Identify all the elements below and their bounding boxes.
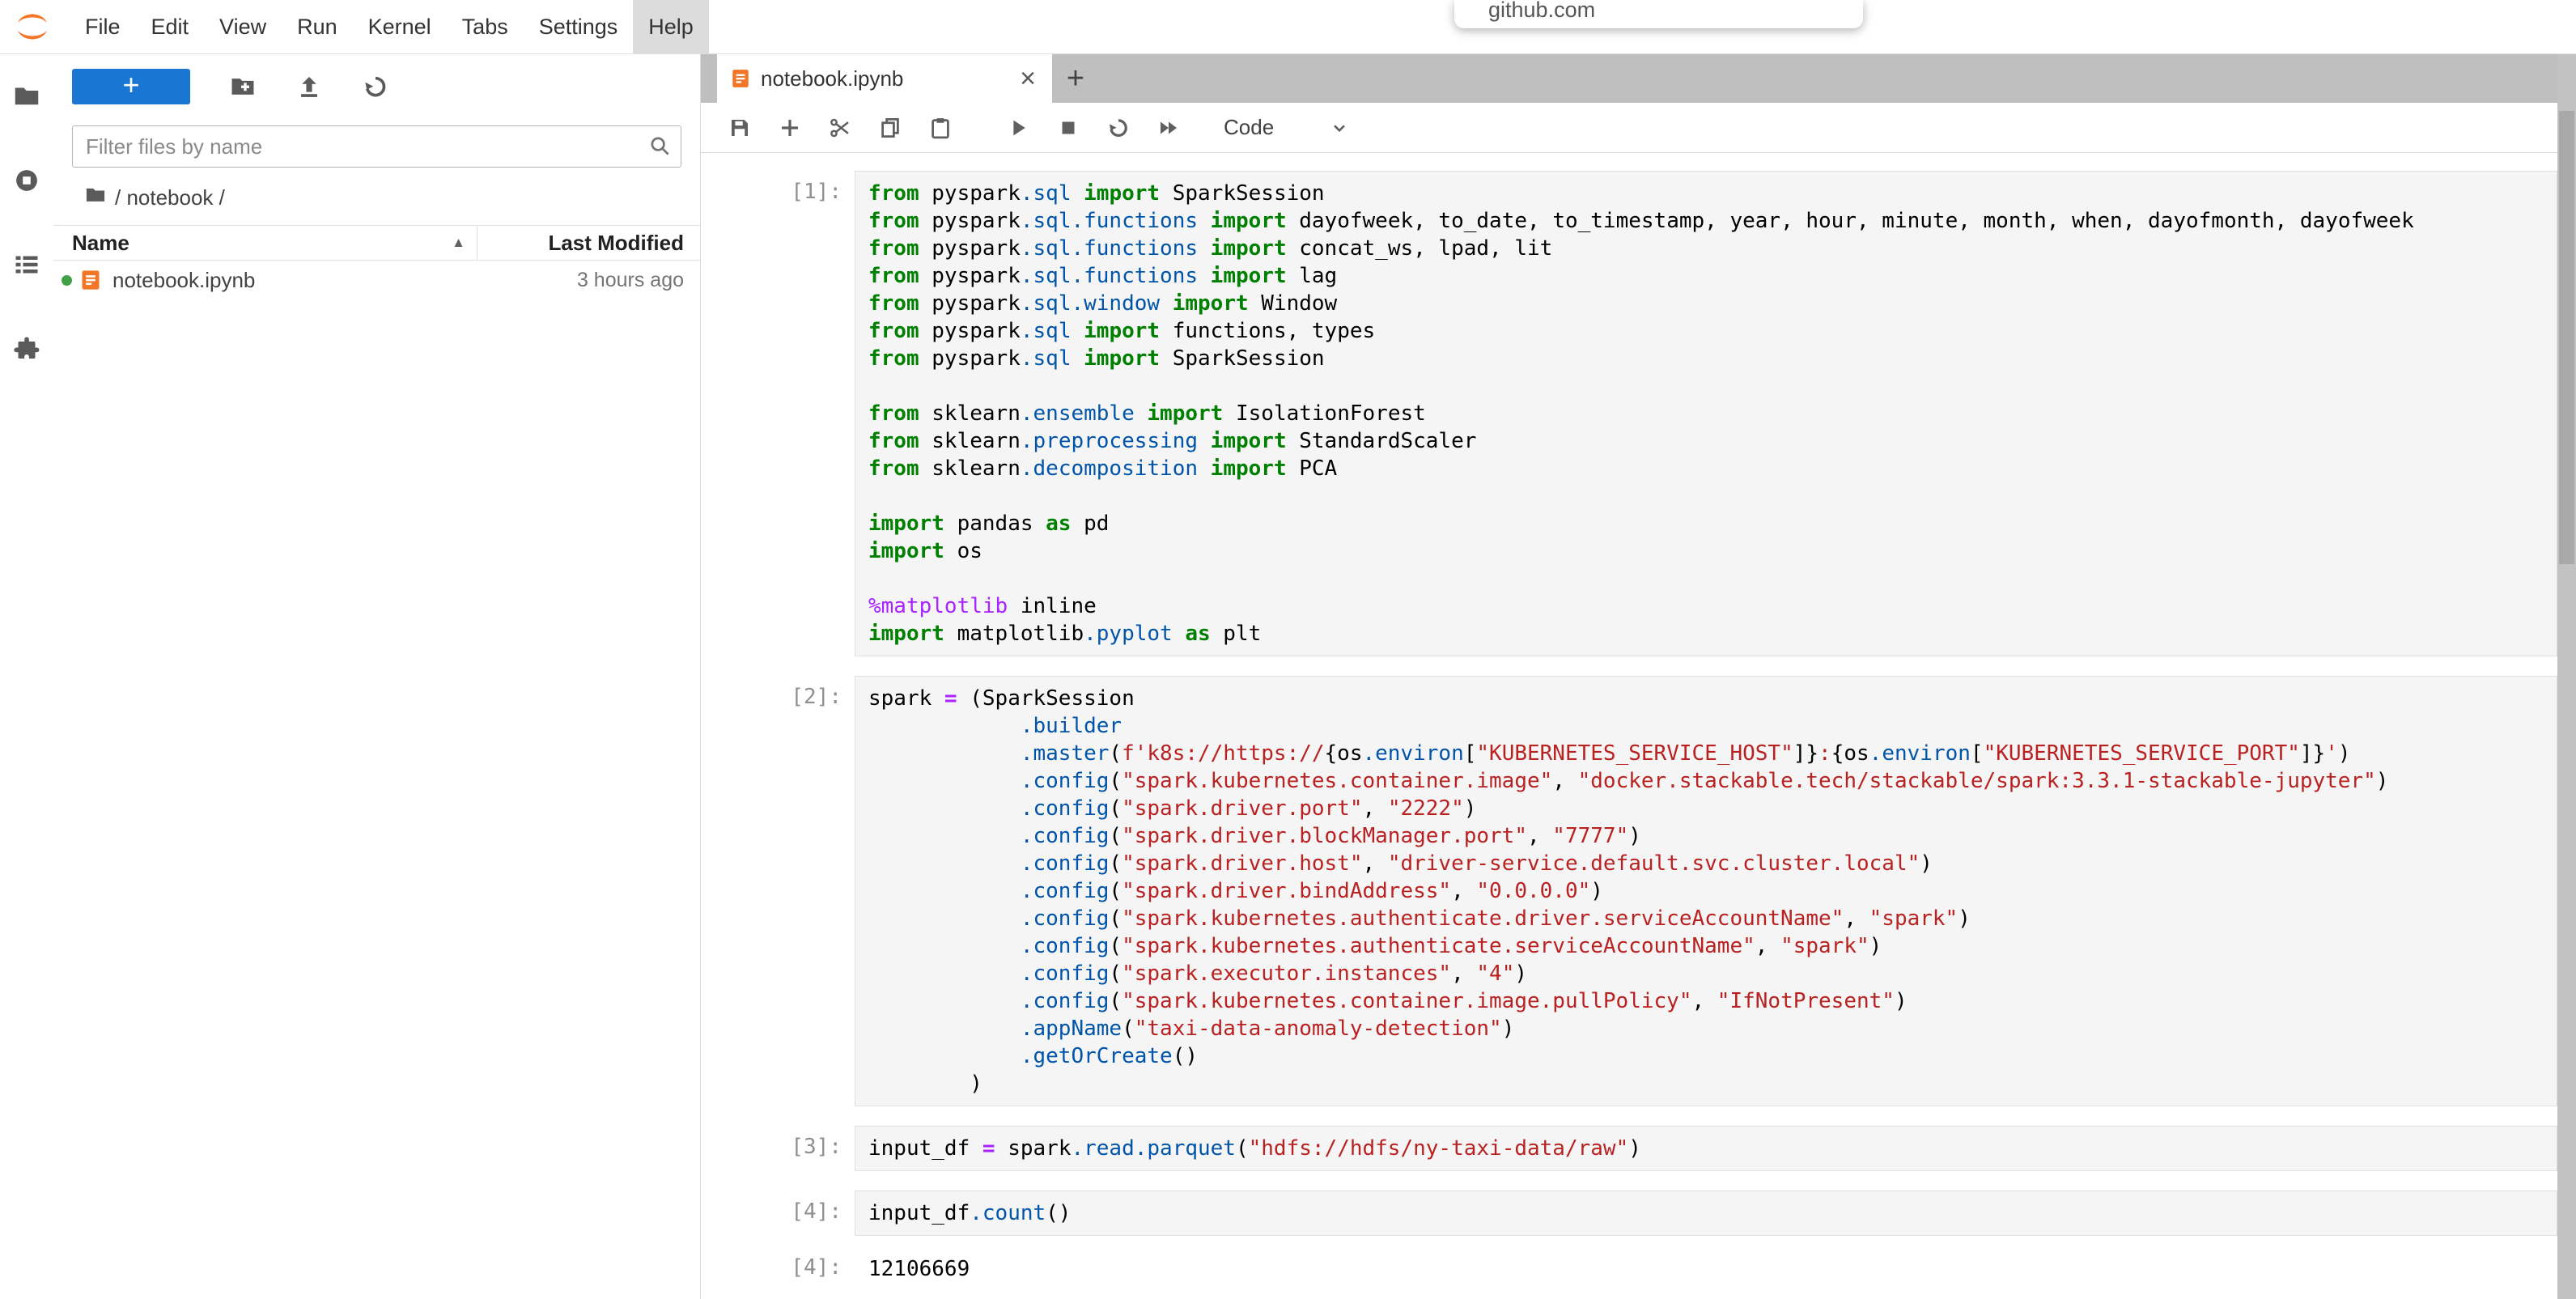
running-kernel-dot <box>62 275 72 286</box>
activity-bar <box>0 54 53 1299</box>
breadcrumb[interactable]: / notebook / <box>84 184 700 212</box>
cell-editor[interactable]: from pyspark.sql import SparkSession fro… <box>855 171 2557 656</box>
notebook-cell: [2]:spark = (SparkSession .builder .mast… <box>701 676 2557 1106</box>
site-name: github.com <box>1488 0 1863 23</box>
file-list-header: Name ▲ Last Modified <box>53 225 700 261</box>
jupyter-logo-icon <box>13 7 52 46</box>
copy-cells-button[interactable] <box>877 115 903 141</box>
menu-item-edit[interactable]: Edit <box>136 0 205 53</box>
upload-button[interactable] <box>295 73 323 100</box>
cell-editor[interactable]: spark = (SparkSession .builder .master(f… <box>855 676 2557 1106</box>
cell-type-value: Code <box>1224 115 1274 140</box>
site-permission-popup: github.com <box>1454 0 1863 28</box>
notebook-cell: [4]:input_df.count() <box>701 1191 2557 1236</box>
run-cell-button[interactable] <box>1005 115 1031 141</box>
tab-label: notebook.ipynb <box>761 66 1007 91</box>
cell-type-dropdown[interactable]: Code <box>1224 115 1350 140</box>
menu-item-run[interactable]: Run <box>282 0 353 53</box>
cell-input-prompt: [1]: <box>701 171 855 656</box>
refresh-button[interactable] <box>362 73 389 100</box>
notebook-scrollbar[interactable] <box>2557 54 2576 1299</box>
notebook-cell: [3]:input_df = spark.read.parquet("hdfs:… <box>701 1126 2557 1171</box>
sidebar-tab-extensions[interactable] <box>0 308 53 393</box>
interrupt-kernel-button[interactable] <box>1055 115 1081 141</box>
folder-icon <box>12 82 41 115</box>
tab-notebook[interactable]: notebook.ipynb × <box>717 54 1052 103</box>
notebook-tab-icon <box>730 68 751 89</box>
menu-item-kernel[interactable]: Kernel <box>353 0 447 53</box>
file-row[interactable]: notebook.ipynb3 hours ago <box>53 261 700 299</box>
file-list: notebook.ipynb3 hours ago <box>53 261 700 299</box>
cut-cells-button[interactable] <box>827 115 853 141</box>
last-modified-column-label: Last Modified <box>548 231 684 256</box>
search-icon <box>647 134 672 158</box>
toc-icon <box>12 250 41 283</box>
notebook-content[interactable]: [1]:from pyspark.sql import SparkSession… <box>701 153 2576 1299</box>
tab-close-icon[interactable]: × <box>1016 65 1039 92</box>
running-circle-icon <box>12 166 41 199</box>
sidebar-tab-running-kernels[interactable] <box>0 140 53 224</box>
file-browser-panel: + / notebook / Name ▲ Last Modified <box>53 54 701 1299</box>
menu-item-view[interactable]: View <box>204 0 282 53</box>
restart-run-all-button[interactable] <box>1156 115 1182 141</box>
file-filter-input[interactable] <box>72 125 681 168</box>
paste-cells-button[interactable] <box>927 115 953 141</box>
menu-items: FileEditViewRunKernelTabsSettingsHelp <box>70 0 709 53</box>
new-folder-button[interactable] <box>229 73 257 100</box>
cell-output: [4]:12106669 <box>701 1255 2557 1283</box>
notebook-file-icon <box>79 269 102 291</box>
new-launcher-button[interactable]: + <box>72 69 190 104</box>
breadcrumb-path: / notebook / <box>115 185 225 210</box>
name-column-label: Name <box>72 231 129 256</box>
menu-bar: FileEditViewRunKernelTabsSettingsHelp <box>0 0 2576 54</box>
new-launcher-label: + <box>122 70 139 100</box>
dock-tab-bar: notebook.ipynb × + <box>701 54 2576 103</box>
file-modified: 3 hours ago <box>577 269 684 292</box>
save-button[interactable] <box>727 115 753 141</box>
column-header-name[interactable]: Name ▲ <box>53 226 477 260</box>
cell-output-prompt: [4]: <box>701 1255 855 1283</box>
cell-editor[interactable]: input_df.count() <box>855 1191 2557 1236</box>
cell-output-text: 12106669 <box>855 1255 2557 1283</box>
menu-item-tabs[interactable]: Tabs <box>447 0 524 53</box>
jupyterlab-window: FileEditViewRunKernelTabsSettingsHelp + <box>0 0 2576 1299</box>
folder-icon <box>84 184 107 212</box>
cell-input-prompt: [2]: <box>701 676 855 1106</box>
file-browser-toolbar: + <box>53 54 700 119</box>
scrollbar-thumb[interactable] <box>2559 111 2574 564</box>
menu-item-file[interactable]: File <box>70 0 136 53</box>
sidebar-tab-table-of-contents[interactable] <box>0 224 53 308</box>
file-name: notebook.ipynb <box>112 268 577 293</box>
cell-input-prompt: [4]: <box>701 1191 855 1236</box>
menu-item-settings[interactable]: Settings <box>524 0 634 53</box>
new-tab-button[interactable]: + <box>1052 54 1099 103</box>
notebook-toolbar: Code <box>701 103 2576 153</box>
cell-editor[interactable]: input_df = spark.read.parquet("hdfs://hd… <box>855 1126 2557 1171</box>
cell-input-prompt: [3]: <box>701 1126 855 1171</box>
add-cell-button[interactable] <box>777 115 803 141</box>
restart-kernel-button[interactable] <box>1106 115 1131 141</box>
main-area: notebook.ipynb× + Code [1]:from py <box>701 54 2576 1299</box>
menu-item-help[interactable]: Help <box>633 0 709 53</box>
sort-ascending-icon: ▲ <box>452 235 465 251</box>
notebook-cell: [1]:from pyspark.sql import SparkSession… <box>701 171 2557 656</box>
file-filter <box>72 125 681 168</box>
chevron-down-icon <box>1329 117 1350 138</box>
tab-list: notebook.ipynb × <box>717 54 1052 103</box>
sidebar-tab-file-browser[interactable] <box>0 56 53 140</box>
column-header-last-modified[interactable]: Last Modified <box>477 226 700 260</box>
puzzle-icon <box>12 334 41 367</box>
